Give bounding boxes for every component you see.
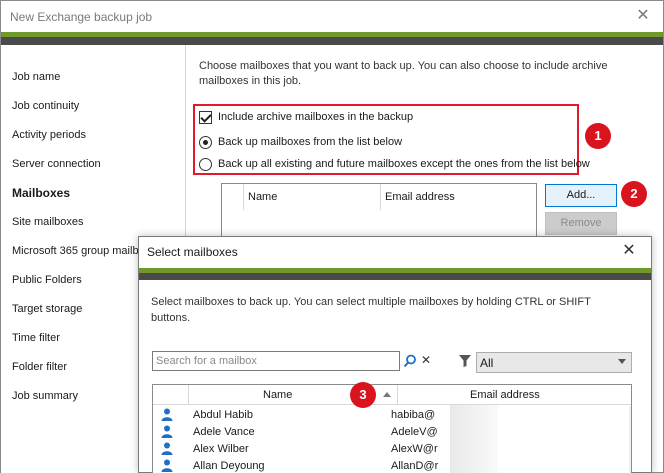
sidebar-item-target-storage[interactable]: Target storage [12, 303, 82, 315]
row-name: Alex Wilber [193, 443, 249, 455]
window-title: New Exchange backup job [10, 10, 153, 24]
search-placeholder: Search for a mailbox [156, 355, 257, 367]
sidebar-item-group-mailboxes[interactable]: Microsoft 365 group mailbo [12, 245, 145, 257]
grid-header-name[interactable]: Name [263, 389, 292, 401]
grid-header: Name Email address [153, 385, 631, 405]
row-name: Adele Vance [193, 426, 255, 438]
select-mailboxes-dialog: Select mailboxes ✕ Select mailboxes to b… [138, 236, 652, 473]
callout-badge-2: 2 [621, 181, 647, 207]
close-icon[interactable]: ✕ [633, 6, 653, 26]
sort-ascending-icon [383, 392, 391, 397]
include-archive-label: Include archive mailboxes in the backup [218, 111, 414, 123]
sidebar-item-folder-filter[interactable]: Folder filter [12, 361, 67, 373]
callout-badge-3: 3 [350, 382, 376, 408]
sidebar-item-server-connection[interactable]: Server connection [12, 158, 101, 170]
table-row[interactable]: Alex Wilber AlexW@r [153, 440, 631, 458]
list-header-name[interactable]: Name [248, 191, 277, 203]
grid-header-email[interactable]: Email address [470, 389, 540, 401]
sidebar-item-time-filter[interactable]: Time filter [12, 332, 60, 344]
dialog-title: Select mailboxes [147, 245, 238, 259]
person-icon [161, 442, 173, 455]
except-list-radio[interactable] [199, 158, 212, 171]
person-icon [161, 425, 173, 438]
filter-icon [459, 355, 471, 367]
mailbox-filter-select[interactable]: All [476, 352, 632, 373]
header-band [1, 32, 663, 45]
add-button[interactable]: Add... [545, 184, 617, 207]
table-row[interactable]: Abdul Habib habiba@ [153, 406, 631, 424]
from-list-radio[interactable] [199, 136, 212, 149]
from-list-label: Back up mailboxes from the list below [218, 136, 403, 148]
search-icon[interactable] [403, 354, 417, 368]
selected-mailboxes-list[interactable]: Name Email address [221, 183, 537, 243]
mailboxes-grid[interactable]: Name Email address Abdul Habib habiba@ A… [152, 384, 632, 473]
dialog-header-band [139, 268, 651, 280]
row-name: Allan Deyoung [193, 460, 265, 472]
list-header-email[interactable]: Email address [385, 191, 455, 203]
except-list-label: Back up all existing and future mailboxe… [218, 158, 590, 170]
dialog-close-icon[interactable]: ✕ [619, 241, 639, 261]
table-row[interactable]: Adele Vance AdeleV@ [153, 423, 631, 441]
search-input[interactable]: Search for a mailbox [152, 351, 400, 371]
person-icon [161, 408, 173, 421]
sidebar-item-mailboxes[interactable]: Mailboxes [12, 186, 70, 200]
row-email: habiba@ [391, 409, 436, 421]
include-archive-checkbox[interactable] [199, 111, 212, 124]
table-row[interactable]: Allan Deyoung AllanD@r [153, 457, 631, 473]
grid-scrollbar[interactable] [629, 406, 632, 473]
chevron-down-icon [618, 359, 626, 364]
sidebar-item-job-continuity[interactable]: Job continuity [12, 100, 79, 112]
page-intro: Choose mailboxes that you want to back u… [199, 60, 608, 87]
filter-selected-value: All [480, 356, 494, 370]
person-icon [161, 459, 173, 472]
clear-search-icon[interactable]: ✕ [420, 353, 432, 367]
title-bar: New Exchange backup job ✕ [1, 1, 663, 32]
row-email: AllanD@r [391, 460, 439, 472]
sidebar-item-activity-periods[interactable]: Activity periods [12, 129, 86, 141]
row-email: AdeleV@ [391, 426, 438, 438]
callout-badge-1: 1 [585, 123, 611, 149]
sidebar-item-site-mailboxes[interactable]: Site mailboxes [12, 216, 84, 228]
sidebar-item-job-name[interactable]: Job name [12, 71, 60, 83]
remove-button[interactable]: Remove [545, 212, 617, 235]
sidebar-item-public-folders[interactable]: Public Folders [12, 274, 82, 286]
row-email: AlexW@r [391, 443, 438, 455]
dialog-intro: Select mailboxes to back up. You can sel… [151, 296, 591, 324]
redacted-email-area [450, 405, 498, 473]
scrollbar-thumb[interactable] [631, 406, 632, 473]
sidebar-item-job-summary[interactable]: Job summary [12, 390, 78, 402]
row-name: Abdul Habib [193, 409, 253, 421]
